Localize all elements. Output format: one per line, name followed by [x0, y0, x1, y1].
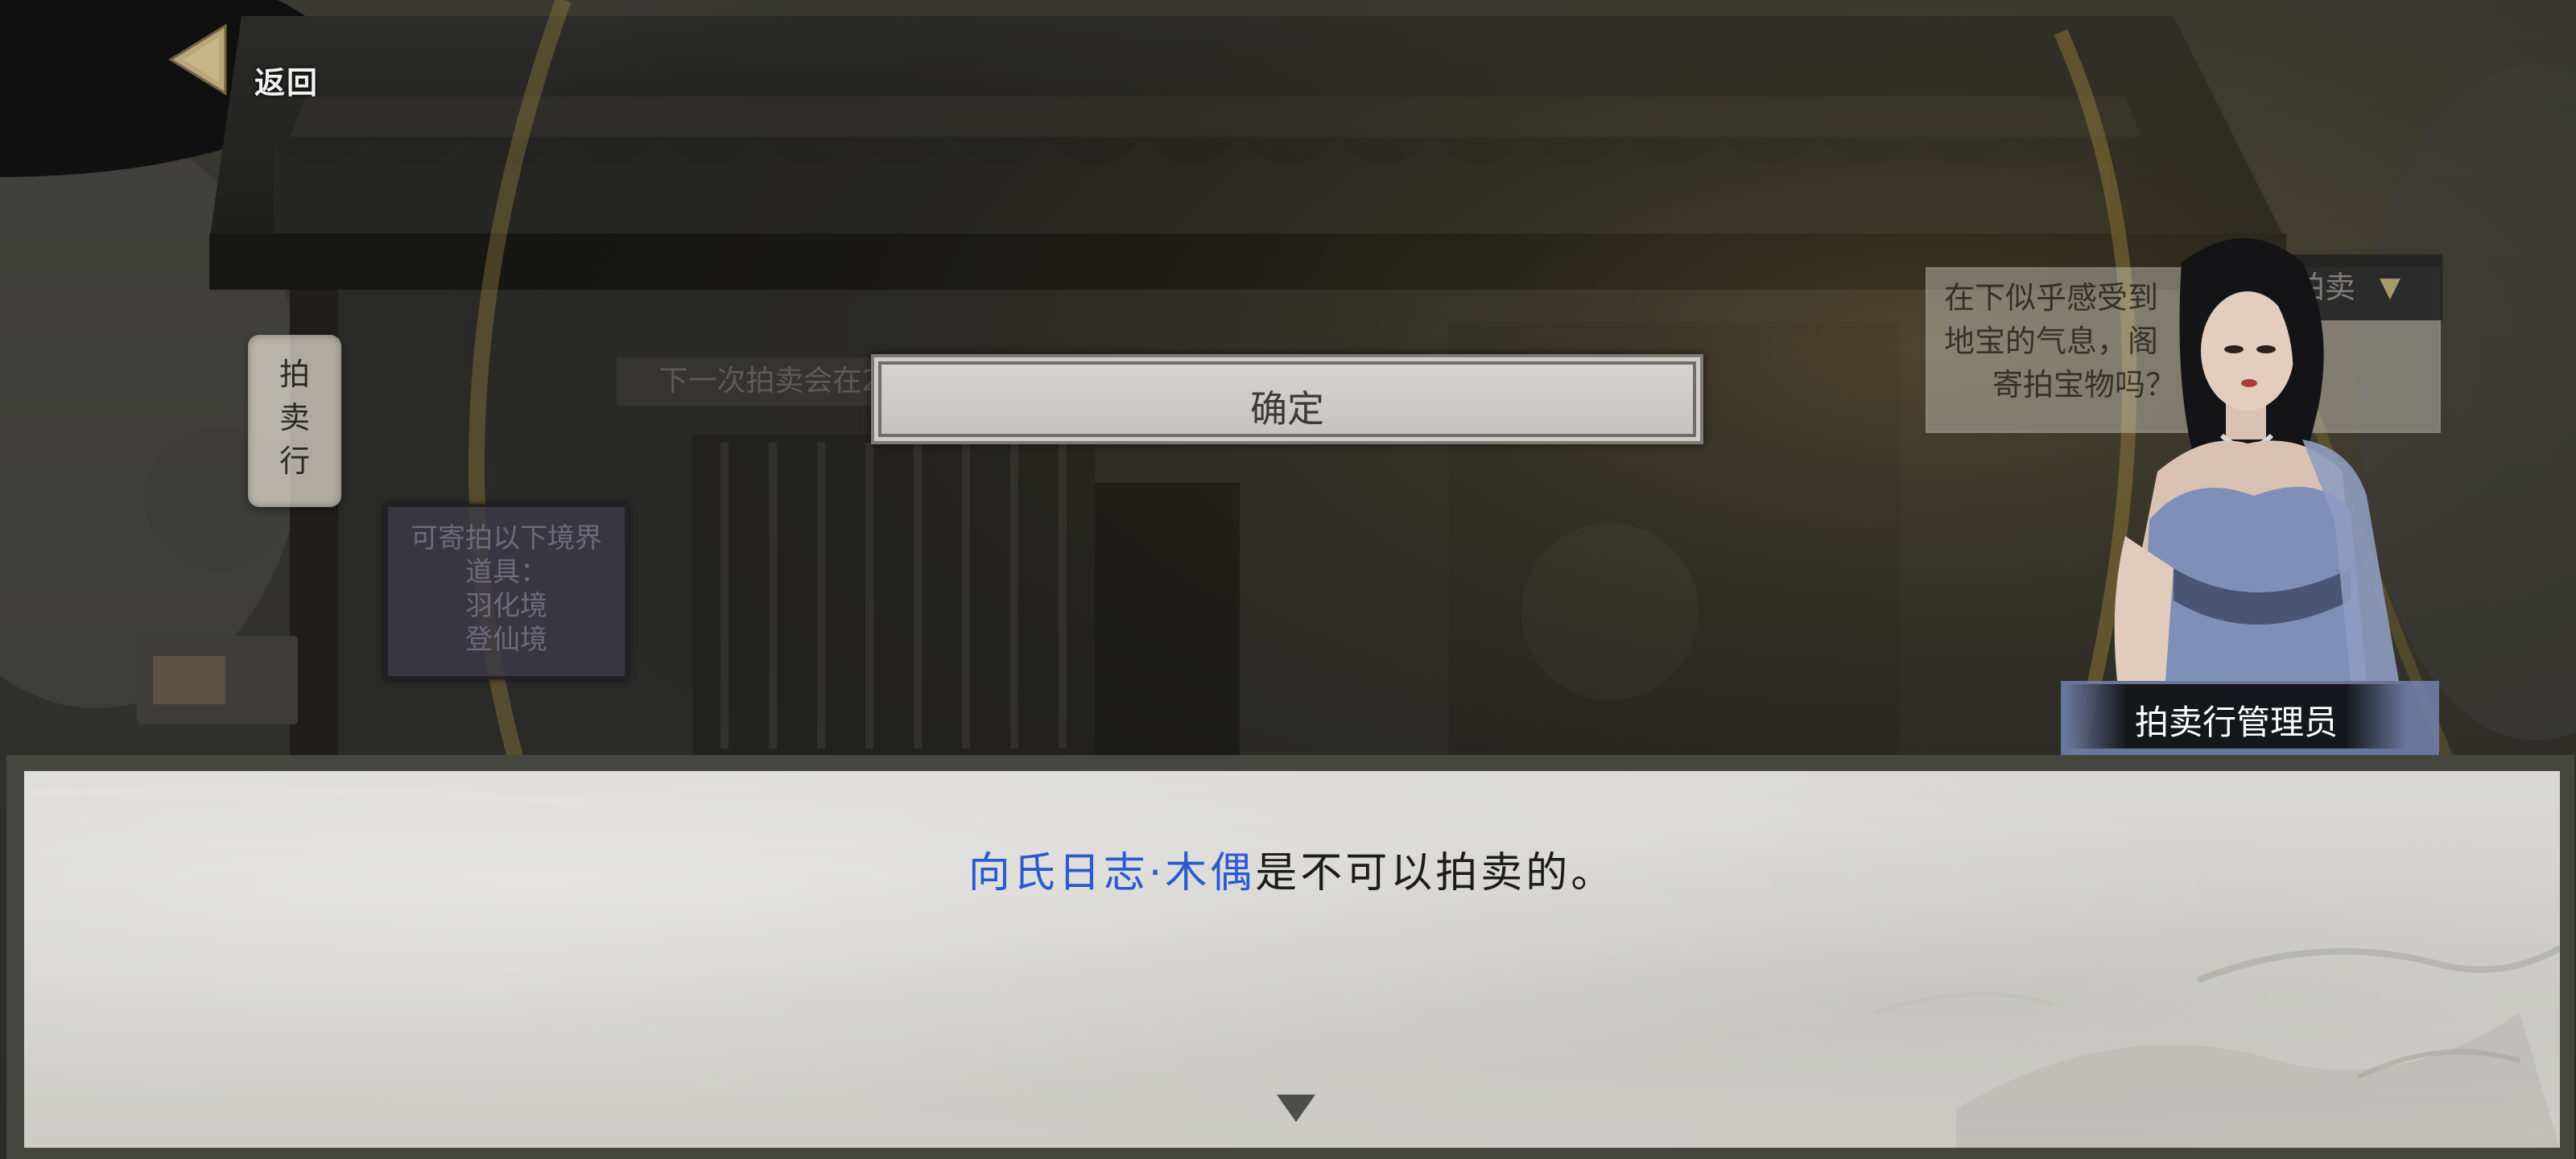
notice-line: 可寄拍以下境界: [411, 522, 602, 555]
dialog-message-text: 是不可以拍卖的。: [1255, 849, 1616, 897]
confirm-label: 确定: [1250, 387, 1324, 431]
item-name: 向氏日志·木偶: [968, 849, 1256, 897]
notice-line: 道具：: [465, 556, 547, 588]
ink-cloud-decoration: [24, 785, 2560, 1148]
npc-portrait: [2061, 238, 2439, 757]
notice-line: 登仙境: [465, 624, 547, 656]
back-button[interactable]: 返回: [145, 16, 354, 113]
auction-house-sign-text: 拍卖行: [279, 357, 310, 479]
dialog-paper: 向氏日志·木偶是不可以拍卖的。: [24, 771, 2560, 1148]
notice-line: 羽化境: [465, 590, 547, 622]
auction-house-sign: 拍卖行: [248, 335, 341, 507]
dialog-box[interactable]: 向氏日志·木偶是不可以拍卖的。: [6, 755, 2574, 1159]
back-arrow-icon: [168, 23, 227, 96]
confirm-button[interactable]: 确定: [871, 354, 1703, 444]
npc-name: 拍卖行管理员: [2134, 703, 2338, 742]
next-triangle-icon[interactable]: [1275, 1093, 1317, 1125]
game-screen: 返回 拍卖行 可寄拍以下境界 道具： 羽化境 登仙境 下一次拍卖会在2个月后开始…: [0, 0, 2576, 1159]
notice-board: 可寄拍以下境界 道具： 羽化境 登仙境: [385, 504, 628, 679]
dialog-message: 向氏日志·木偶是不可以拍卖的。: [24, 839, 2560, 899]
npc-nameplate: 拍卖行管理员: [2066, 684, 2407, 749]
back-label: 返回: [254, 65, 320, 101]
